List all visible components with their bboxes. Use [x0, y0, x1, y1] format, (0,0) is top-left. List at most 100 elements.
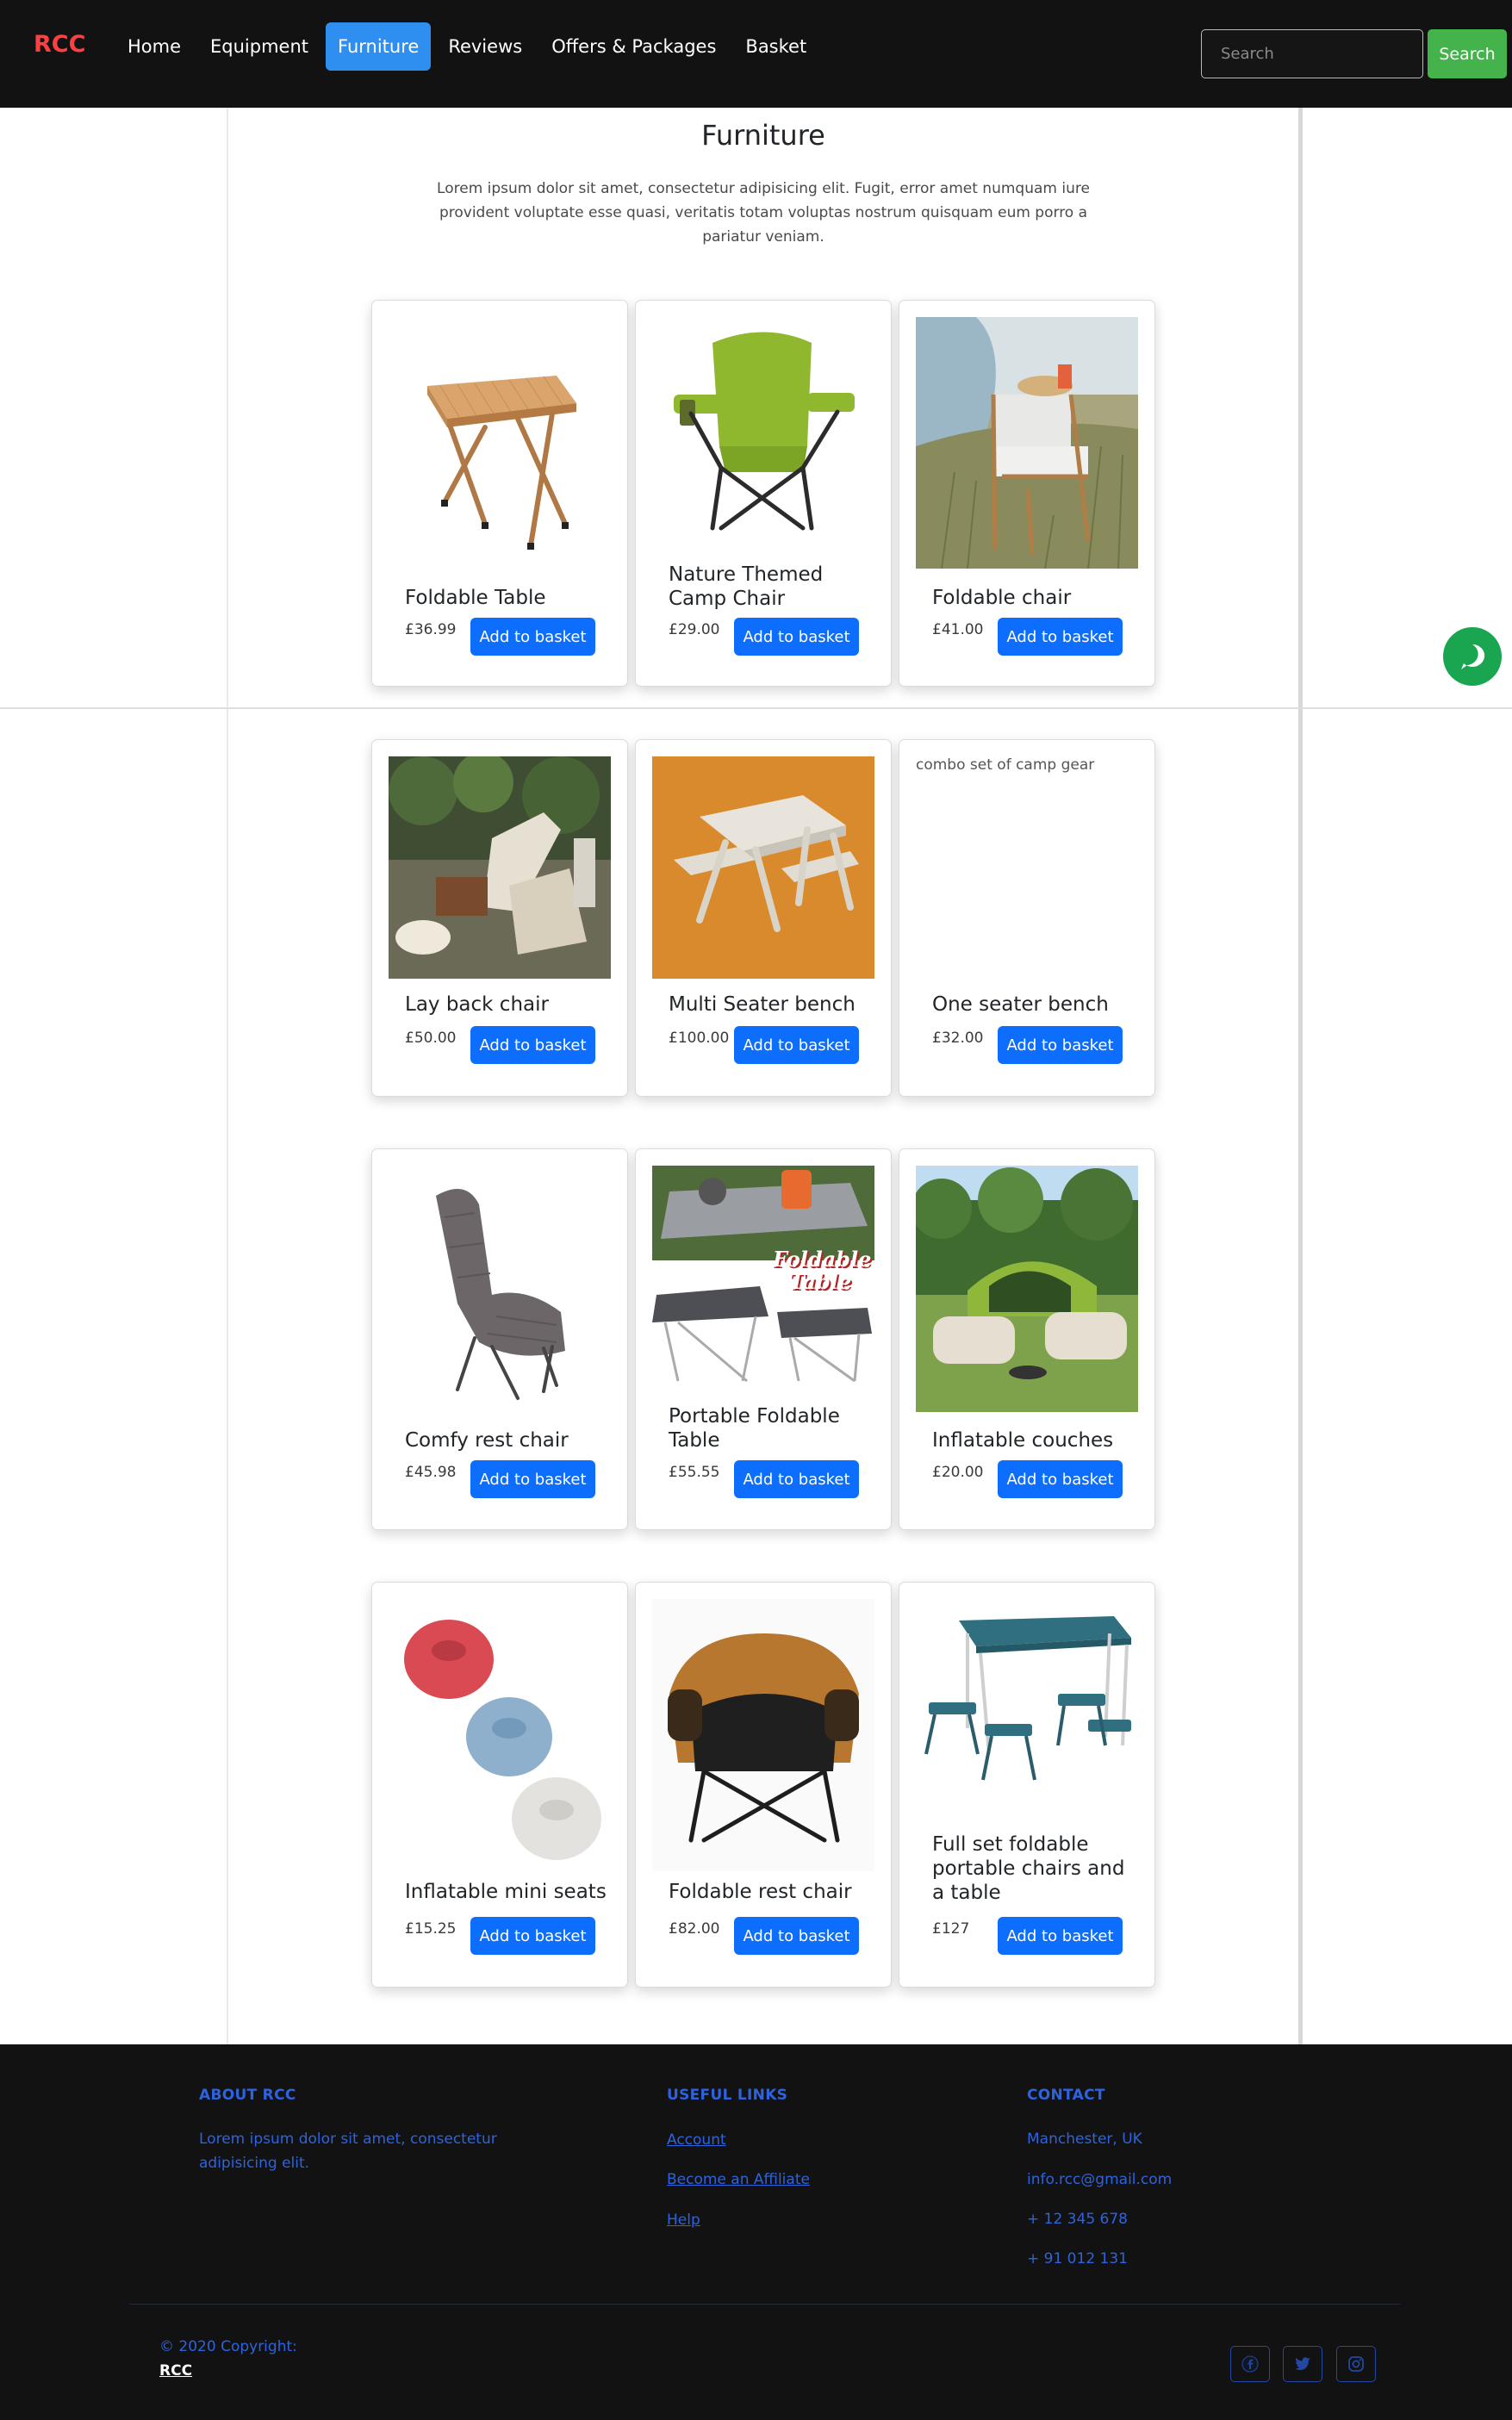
product-name: Multi Seater bench: [669, 993, 856, 1016]
add-to-basket-button[interactable]: Add to basket: [734, 618, 859, 656]
nav-home[interactable]: Home: [115, 22, 193, 71]
content-border-left: [227, 108, 228, 2044]
product-price: £82.00: [669, 1920, 720, 1938]
product-card: Multi Seater bench £100.00 Add to basket: [635, 739, 892, 1097]
product-price: £36.99: [405, 621, 457, 638]
product-name: Inflatable mini seats: [405, 1881, 607, 1903]
product-image-broken: combo set of camp gear: [916, 756, 1138, 979]
instagram-icon: [1348, 2356, 1364, 2372]
add-to-basket-button[interactable]: Add to basket: [998, 1460, 1123, 1498]
add-to-basket-button[interactable]: Add to basket: [470, 618, 595, 656]
footer-contact-email: info.rcc@gmail.com: [1027, 2171, 1173, 2188]
product-card: Inflatable mini seats £15.25 Add to bask…: [371, 1582, 628, 1988]
product-image-foldable-rest-chair: [652, 1599, 874, 1871]
product-image-portable-foldable-table: Foldable Table: [652, 1166, 874, 1391]
product-card: Nature Themed Camp Chair £29.00 Add to b…: [635, 300, 892, 687]
product-image-lay-back-chair: [389, 756, 611, 979]
footer-links-heading: USEFUL LINKS: [667, 2087, 788, 2104]
product-price: £32.00: [932, 1030, 984, 1047]
product-card: Foldable Table £36.99 Add to basket: [371, 300, 628, 687]
footer-contact-phone-1: + 12 345 678: [1027, 2211, 1128, 2228]
product-name: Inflatable couches: [932, 1429, 1114, 1452]
brand-logo[interactable]: RCC: [34, 31, 85, 58]
product-name: Portable Foldable Table: [669, 1405, 840, 1452]
facebook-button[interactable]: [1230, 2346, 1270, 2382]
product-image-multi-seater-bench: [652, 756, 874, 979]
footer-contact-heading: CONTACT: [1027, 2087, 1105, 2104]
nav-equipment[interactable]: Equipment: [198, 22, 320, 71]
product-price: £45.98: [405, 1464, 457, 1481]
product-price: £55.55: [669, 1464, 720, 1481]
chat-widget-button[interactable]: [1443, 627, 1502, 686]
product-image-full-set: [916, 1599, 1138, 1823]
footer-about-text: Lorem ipsum dolor sit amet, consectetur …: [199, 2131, 497, 2172]
footer-divider: [129, 2304, 1400, 2305]
product-price: £20.00: [932, 1464, 984, 1481]
product-price: £29.00: [669, 621, 720, 638]
nav-offers-packages[interactable]: Offers & Packages: [539, 22, 728, 71]
product-price: £100.00: [669, 1030, 730, 1047]
footer-link-affiliate[interactable]: Become an Affiliate: [667, 2171, 810, 2188]
content-border-right: [1298, 108, 1303, 2044]
nav-links: Home Equipment Furniture Reviews Offers …: [115, 22, 824, 71]
product-card: Full set foldable portable chairs and a …: [899, 1582, 1155, 1988]
product-name: Foldable Table: [405, 587, 546, 609]
add-to-basket-button[interactable]: Add to basket: [470, 1026, 595, 1064]
twitter-icon: [1295, 2357, 1310, 2370]
add-to-basket-button[interactable]: Add to basket: [734, 1460, 859, 1498]
product-price: £15.25: [405, 1920, 457, 1938]
product-name: Comfy rest chair: [405, 1429, 569, 1452]
search-input[interactable]: [1201, 29, 1423, 78]
instagram-button[interactable]: [1336, 2346, 1376, 2382]
add-to-basket-button[interactable]: Add to basket: [998, 1917, 1123, 1955]
product-card: combo set of camp gear One seater bench …: [899, 739, 1155, 1097]
nav-basket[interactable]: Basket: [733, 22, 818, 71]
facebook-icon: [1241, 2355, 1259, 2373]
nav-reviews[interactable]: Reviews: [436, 22, 534, 71]
product-card: Foldable Table Portable Foldable Table £…: [635, 1148, 892, 1530]
add-to-basket-button[interactable]: Add to basket: [470, 1460, 595, 1498]
footer-contact-phone-2: + 91 012 131: [1027, 2250, 1128, 2268]
copyright-text: © 2020 Copyright:: [159, 2338, 297, 2355]
product-image-text: Foldable Table: [773, 1247, 872, 1294]
footer-contact-location: Manchester, UK: [1027, 2131, 1142, 2148]
chat-icon: [1461, 644, 1485, 669]
product-card: Lay back chair £50.00 Add to basket: [371, 739, 628, 1097]
navbar: RCC Home Equipment Furniture Reviews Off…: [0, 0, 1512, 108]
product-image-foldable-table: [389, 317, 611, 569]
product-name: One seater bench: [932, 993, 1109, 1016]
product-image-inflatable-couches: [916, 1166, 1138, 1412]
product-image-inflatable-mini-seats: [389, 1599, 611, 1871]
product-name: Foldable rest chair: [669, 1881, 852, 1903]
add-to-basket-button[interactable]: Add to basket: [470, 1917, 595, 1955]
intro-text: Lorem ipsum dolor sit amet, consectetur …: [437, 180, 1090, 246]
footer-link-account[interactable]: Account: [667, 2131, 726, 2149]
add-to-basket-button[interactable]: Add to basket: [998, 1026, 1123, 1064]
add-to-basket-button[interactable]: Add to basket: [998, 618, 1123, 656]
product-name: Full set foldable portable chairs and a …: [932, 1833, 1125, 1904]
product-card: Comfy rest chair £45.98 Add to basket: [371, 1148, 628, 1530]
product-image-nature-camp-chair: [652, 317, 874, 545]
product-card: Inflatable couches £20.00 Add to basket: [899, 1148, 1155, 1530]
footer-link-help[interactable]: Help: [667, 2212, 700, 2229]
product-name: Nature Themed Camp Chair: [669, 563, 824, 610]
copyright-brand-link[interactable]: RCC: [159, 2362, 192, 2380]
add-to-basket-button[interactable]: Add to basket: [734, 1917, 859, 1955]
horizontal-divider: [0, 707, 1512, 709]
product-image-foldable-chair: [916, 317, 1138, 569]
product-price: £127: [932, 1920, 970, 1938]
footer-about-heading: ABOUT RCC: [199, 2087, 296, 2104]
twitter-button[interactable]: [1283, 2346, 1322, 2382]
add-to-basket-button[interactable]: Add to basket: [734, 1026, 859, 1064]
nav-furniture[interactable]: Furniture: [326, 22, 432, 71]
product-name: Lay back chair: [405, 993, 549, 1016]
product-price: £41.00: [932, 621, 984, 638]
product-image-comfy-rest-chair: [389, 1166, 611, 1415]
broken-image-alt-text: combo set of camp gear: [916, 756, 1095, 774]
search-button[interactable]: Search: [1428, 29, 1507, 78]
product-card: Foldable chair £41.00 Add to basket: [899, 300, 1155, 687]
product-name: Foldable chair: [932, 587, 1072, 609]
page-title: Furniture: [701, 119, 825, 152]
product-card: Foldable rest chair £82.00 Add to basket: [635, 1582, 892, 1988]
product-price: £50.00: [405, 1030, 457, 1047]
